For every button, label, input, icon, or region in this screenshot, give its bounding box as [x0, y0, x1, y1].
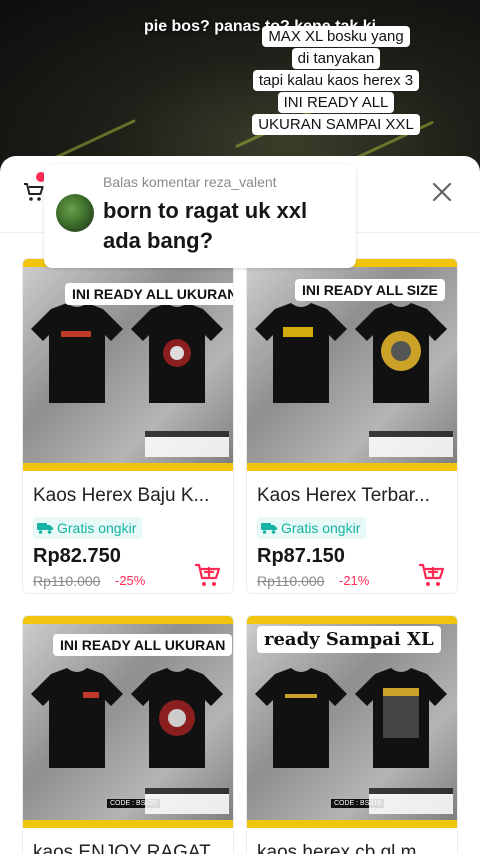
- product-title: kaos herex cb gl m...: [257, 842, 433, 854]
- reply-comment-text: born to ragat uk xxl ada bang?: [103, 198, 308, 253]
- product-title: Kaos Herex Baju K...: [33, 485, 210, 506]
- product-card[interactable]: INI READY ALL SIZE Kaos Herex Terbar... …: [246, 258, 458, 594]
- banner-stripe: [247, 616, 457, 624]
- size-chart: [369, 431, 453, 457]
- size-chart: [145, 788, 229, 814]
- banner-stripe: [23, 463, 233, 471]
- product-price: Rp87.150: [257, 545, 345, 567]
- shipping-label: Gratis ongkir: [57, 520, 137, 536]
- caption-line: tapi kalau kaos herex 3: [252, 70, 420, 91]
- product-image: CODE : BS019 ready Sampai XL: [247, 616, 457, 828]
- truck-icon: [261, 523, 277, 534]
- tshirt-front-image: [255, 668, 347, 768]
- original-price: Rp110.000: [33, 573, 101, 589]
- truck-icon: [37, 523, 53, 534]
- tshirt-back-image: [355, 303, 447, 403]
- product-overlay-label: INI READY ALL SIZE: [295, 279, 445, 301]
- caption-line: di tanyakan: [291, 48, 381, 69]
- product-image: INI READY ALL SIZE: [247, 259, 457, 471]
- tshirt-back-image: [131, 668, 223, 768]
- product-overlay-label: INI READY ALL UKURAN: [53, 634, 233, 656]
- product-image: CODE : BS020 INI READY ALL UKURAN: [23, 616, 233, 828]
- product-card[interactable]: CODE : BS019 ready Sampai XL kaos herex …: [246, 615, 458, 854]
- comment-reply-bubble[interactable]: Balas komentar reza_valent born to ragat…: [44, 164, 356, 268]
- free-shipping-badge: Gratis ongkir: [257, 517, 367, 539]
- product-title: kaos ENJOY RAGAT...: [33, 842, 225, 854]
- banner-stripe: [247, 463, 457, 471]
- tshirt-back-image: [131, 303, 223, 403]
- discount-badge: -25%: [115, 573, 146, 588]
- cart-icon[interactable]: [22, 180, 46, 204]
- product-card[interactable]: CODE : BS020 INI READY ALL UKURAN kaos E…: [22, 615, 234, 854]
- product-image: INI READY ALL UKURAN: [23, 259, 233, 471]
- video-background: pie bos? panas to? kene tak ki MAX XL bo…: [0, 0, 480, 180]
- add-to-cart-icon[interactable]: [193, 561, 223, 589]
- free-shipping-badge: Gratis ongkir: [33, 517, 143, 539]
- reply-header: Balas komentar reza_valent: [103, 174, 277, 190]
- tshirt-front-image: [255, 303, 347, 403]
- tshirt-front-image: [31, 668, 123, 768]
- video-caption: MAX XL bosku yang di tanyakan tapi kalau…: [248, 26, 424, 136]
- discount-badge: -21%: [339, 573, 370, 588]
- avatar: [56, 194, 94, 232]
- tshirt-front-image: [31, 303, 123, 403]
- banner-stripe: [247, 820, 457, 828]
- product-title: Kaos Herex Terbar...: [257, 485, 430, 506]
- banner-stripe: [23, 616, 233, 624]
- size-chart: [145, 431, 229, 457]
- original-price: Rp110.000: [257, 573, 325, 589]
- add-to-cart-icon[interactable]: [417, 561, 447, 589]
- caption-line: MAX XL bosku yang: [262, 26, 410, 47]
- close-icon[interactable]: [428, 178, 456, 206]
- caption-line: INI READY ALL: [277, 92, 395, 113]
- banner-stripe: [23, 820, 233, 828]
- product-overlay-label: ready Sampai XL: [257, 626, 441, 653]
- size-chart: [369, 788, 453, 814]
- product-price: Rp82.750: [33, 545, 121, 567]
- caption-line: UKURAN SAMPAI XXL: [252, 114, 420, 135]
- tshirt-back-image: [355, 668, 447, 768]
- product-card[interactable]: INI READY ALL UKURAN Kaos Herex Baju K..…: [22, 258, 234, 594]
- product-overlay-label: INI READY ALL UKURAN: [65, 283, 233, 305]
- shipping-label: Gratis ongkir: [281, 520, 361, 536]
